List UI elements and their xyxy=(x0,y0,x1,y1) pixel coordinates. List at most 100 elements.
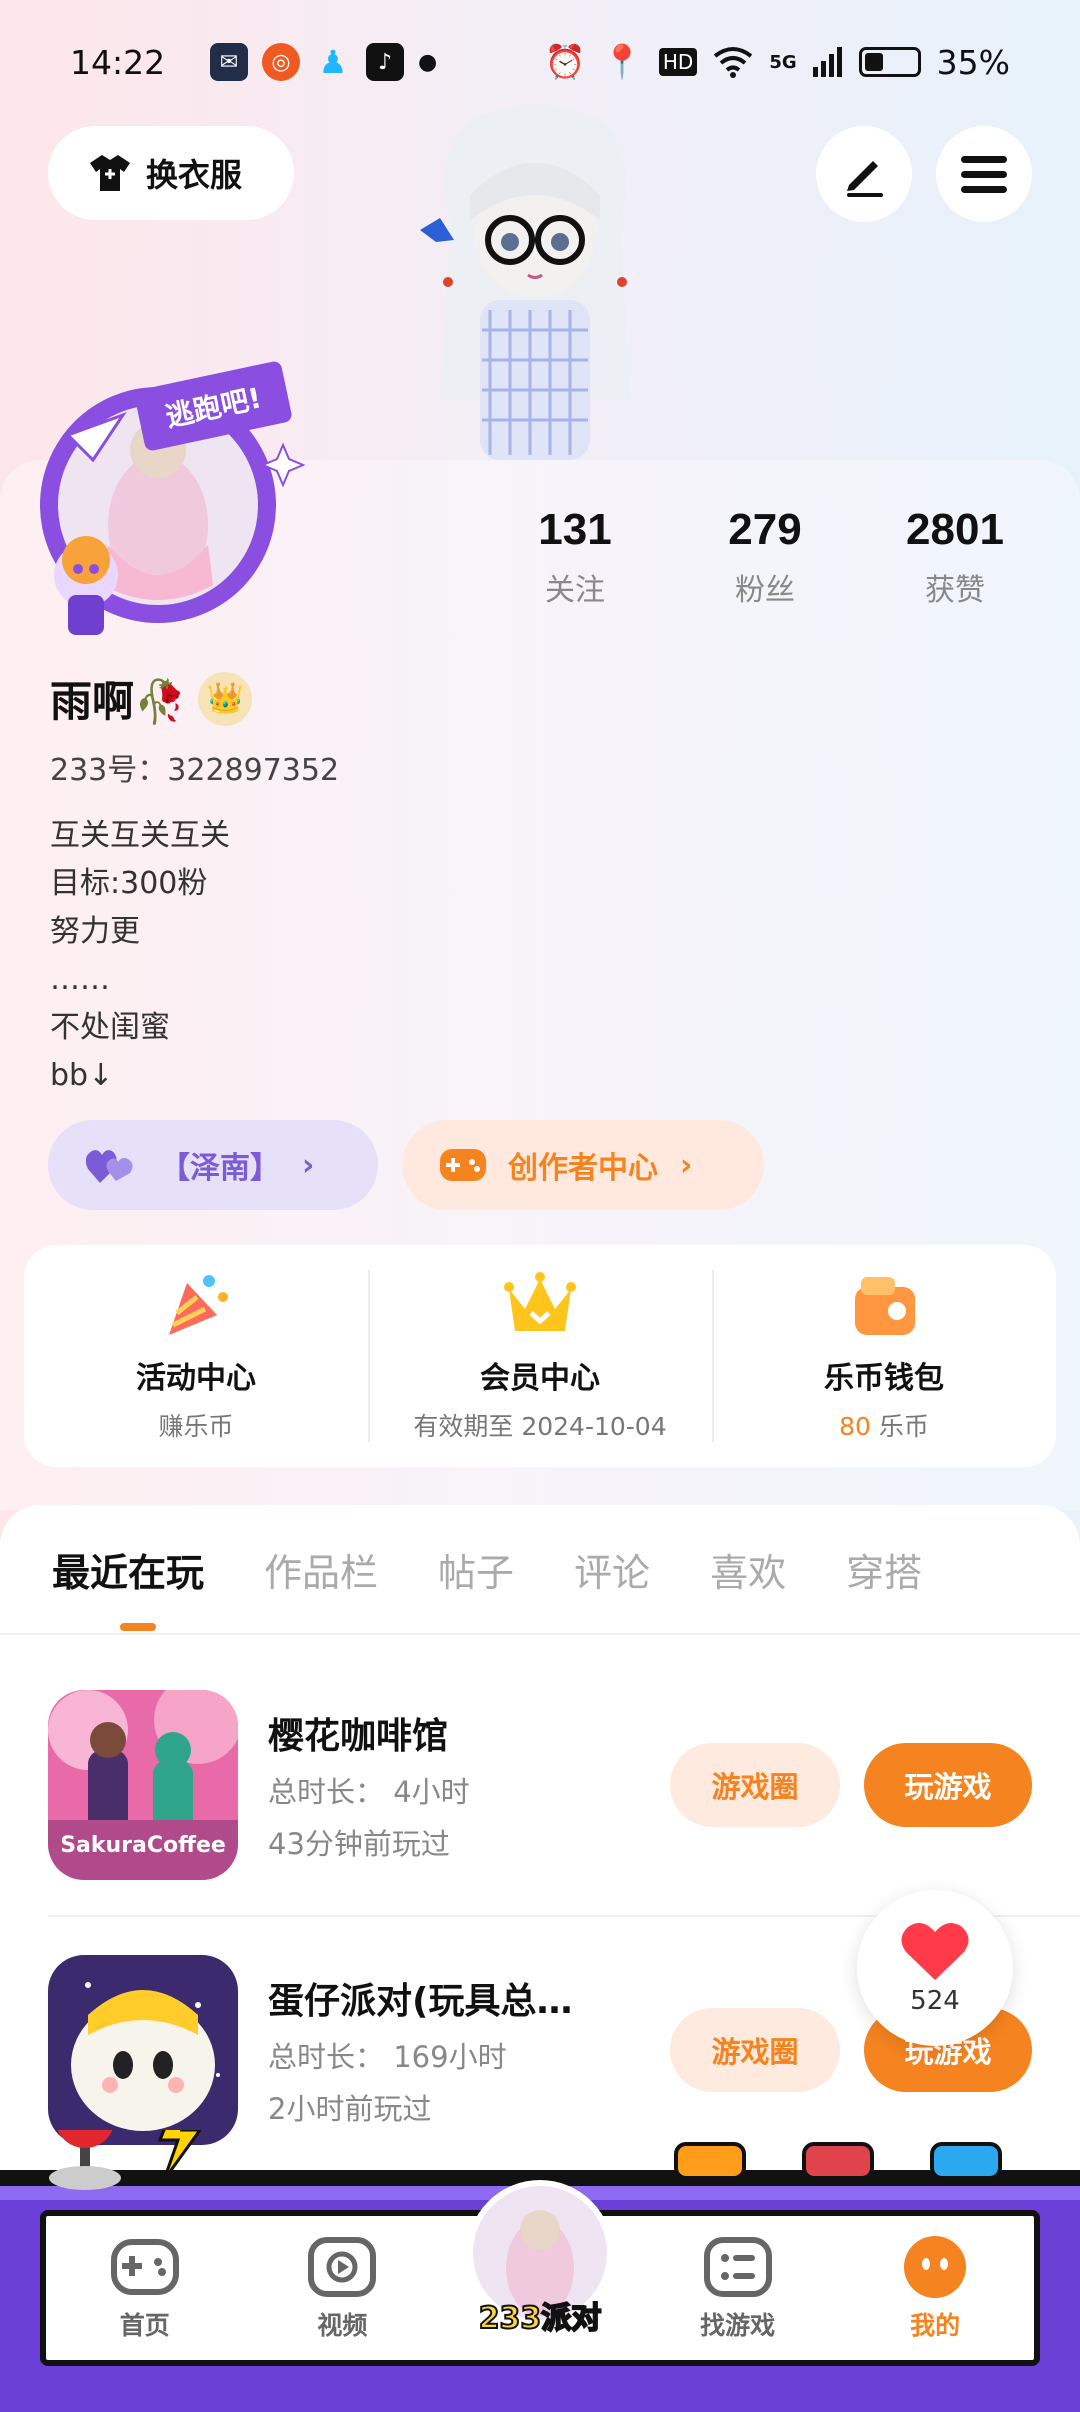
profile-avatar[interactable]: 逃跑吧! xyxy=(38,355,308,645)
nav-party[interactable]: 233派对 xyxy=(441,2180,639,2338)
network-type: 5G xyxy=(769,51,797,73)
tiktok-icon: ♪ xyxy=(366,43,404,81)
tab-likes[interactable]: 喜欢 xyxy=(710,1542,786,1597)
bio-line: bb↓ xyxy=(50,1058,114,1093)
nav-find-game[interactable]: 找游戏 xyxy=(639,2234,837,2342)
game-circle-button[interactable]: 游戏圈 xyxy=(670,1743,840,1827)
heart-icon xyxy=(901,1923,969,1980)
group-tag-button[interactable]: 【泽南】 › xyxy=(48,1120,378,1210)
activity-center-sub: 赚乐币 xyxy=(158,1412,234,1441)
game-circle-button[interactable]: 游戏圈 xyxy=(670,2008,840,2092)
double-heart-icon xyxy=(86,1150,133,1183)
list-nav-icon xyxy=(703,2237,772,2297)
nav-home[interactable]: 首页 xyxy=(46,2234,244,2342)
bio-line: 互关互关互关 xyxy=(50,818,230,853)
nav-me[interactable]: 我的 xyxy=(836,2234,1034,2342)
coin-unit: 乐币 xyxy=(878,1412,929,1441)
game-row[interactable]: SakuraCoffee 樱花咖啡馆 总时长： 4小时 43分钟前玩过 游戏圈 … xyxy=(48,1685,1048,1885)
menu-button[interactable] xyxy=(936,126,1032,222)
wallet-icon xyxy=(855,1277,915,1335)
gamepad-icon xyxy=(440,1149,486,1181)
battery-percent: 35% xyxy=(936,42,1010,82)
game-thumbnail[interactable]: SakuraCoffee xyxy=(48,1690,238,1880)
game-info: 蛋仔派对(玩具总… 总时长： 169小时 2小时前玩过 xyxy=(268,1972,618,2128)
nav-video[interactable]: 视频 xyxy=(244,2234,442,2342)
vip-crown-icon[interactable]: 👑 xyxy=(198,671,253,726)
stat-fans-label: 粉丝 xyxy=(735,573,795,608)
stat-fans[interactable]: 279 粉丝 xyxy=(670,505,860,609)
vip-center[interactable]: 会员中心 有效期至 2024-10-04 xyxy=(368,1245,712,1467)
party-avatar: 233派对 xyxy=(466,2180,613,2337)
stat-likes-label: 获赞 xyxy=(925,573,985,608)
coin-wallet-sub: 80 乐币 xyxy=(839,1407,929,1443)
stat-likes-value: 2801 xyxy=(906,505,1004,554)
stat-fans-value: 279 xyxy=(728,505,802,554)
quick-actions-card: 活动中心 赚乐币 会员中心 有效期至 2024-10-04 乐币钱包 80 乐币 xyxy=(24,1245,1056,1467)
profile-tabs: 最近在玩 作品栏 帖子 评论 喜欢 穿搭 xyxy=(0,1505,1080,1635)
change-outfit-label: 换衣服 xyxy=(146,156,243,194)
alarm-icon: ⏰ xyxy=(544,42,586,81)
chevron-right-icon: › xyxy=(302,1147,315,1183)
coin-balance: 80 xyxy=(839,1412,871,1441)
stat-likes[interactable]: 2801 获赞 xyxy=(860,505,1050,609)
game-thumbnail[interactable] xyxy=(48,1955,238,2145)
nickname: 雨啊🥀 xyxy=(50,677,187,726)
tab-works[interactable]: 作品栏 xyxy=(264,1542,378,1597)
vip-center-title: 会员中心 xyxy=(480,1361,600,1396)
tab-posts[interactable]: 帖子 xyxy=(438,1542,514,1597)
more-dot-icon: ● xyxy=(418,49,438,75)
chevron-right-icon: › xyxy=(680,1147,693,1183)
crown-icon xyxy=(504,1272,576,1331)
party-popper-icon xyxy=(169,1275,228,1335)
bio: 互关互关互关 目标:300粉 努力更 …… 不处闺蜜 bb↓ xyxy=(50,812,230,1100)
nav-me-label: 我的 xyxy=(910,2311,961,2340)
tab-outfits[interactable]: 穿搭 xyxy=(846,1542,922,1597)
status-right: ⏰ 📍 HD 5G 35% xyxy=(545,42,1010,82)
game-title: 蛋仔派对(玩具总… xyxy=(268,1981,573,2022)
profile-stats: 131 关注 279 粉丝 2801 获赞 xyxy=(480,505,1050,609)
game-duration: 总时长： 169小时 xyxy=(268,2040,507,2074)
nickname-row: 雨啊🥀 👑 xyxy=(50,668,253,729)
coin-wallet[interactable]: 乐币钱包 80 乐币 xyxy=(712,1245,1056,1467)
game-info: 樱花咖啡馆 总时长： 4小时 43分钟前玩过 xyxy=(268,1707,618,1863)
play-nav-icon xyxy=(308,2237,377,2297)
tab-comments[interactable]: 评论 xyxy=(574,1542,650,1597)
location-icon: 📍 xyxy=(601,42,643,81)
avatar-3d-figure[interactable] xyxy=(410,100,660,460)
bio-line: …… xyxy=(50,962,110,997)
coin-wallet-title: 乐币钱包 xyxy=(824,1361,944,1396)
play-game-button[interactable]: 玩游戏 xyxy=(864,1743,1032,1827)
bio-line: 不处闺蜜 xyxy=(50,1010,170,1045)
user-id[interactable]: 233号：322897352 xyxy=(50,745,339,789)
like-floating-button[interactable]: 524 xyxy=(857,1890,1013,2046)
wifi-icon xyxy=(714,47,753,78)
uid-label: 233号： xyxy=(50,753,168,788)
like-count: 524 xyxy=(910,1986,960,2016)
activity-center[interactable]: 活动中心 赚乐币 xyxy=(24,1245,368,1467)
bottom-nav: 首页 视频 233派对 找游戏 我的 xyxy=(0,2130,1080,2412)
stat-following[interactable]: 131 关注 xyxy=(480,505,670,609)
tshirt-icon xyxy=(90,155,130,191)
vip-center-sub: 有效期至 2024-10-04 xyxy=(413,1412,667,1441)
bio-line: 目标:300粉 xyxy=(50,866,208,901)
hd-badge: HD xyxy=(658,48,698,76)
edit-button[interactable] xyxy=(816,126,912,222)
game-duration: 总时长： 4小时 xyxy=(268,1775,470,1809)
stat-following-value: 131 xyxy=(538,505,612,554)
change-outfit-button[interactable]: 换衣服 xyxy=(48,126,294,220)
game-last-played: 2小时前玩过 xyxy=(268,2092,432,2126)
game-title: 樱花咖啡馆 xyxy=(268,1716,449,1757)
mail-app-icon: ✉ xyxy=(210,43,248,81)
me-nav-icon xyxy=(904,2236,967,2298)
activity-center-title: 活动中心 xyxy=(136,1361,256,1396)
hamburger-icon xyxy=(961,156,1007,193)
signal-icon xyxy=(812,47,842,77)
bio-line: 努力更 xyxy=(50,914,140,949)
group-tag-label: 【泽南】 xyxy=(160,1151,280,1186)
uid-value: 322897352 xyxy=(167,753,340,788)
creator-center-button[interactable]: 创作者中心 › xyxy=(402,1120,764,1210)
tab-recent-played[interactable]: 最近在玩 xyxy=(52,1542,204,1597)
orange-app-icon: ◎ xyxy=(262,43,300,81)
active-tab-indicator xyxy=(120,1623,156,1631)
nav-bar: 首页 视频 233派对 找游戏 我的 xyxy=(40,2180,1040,2366)
